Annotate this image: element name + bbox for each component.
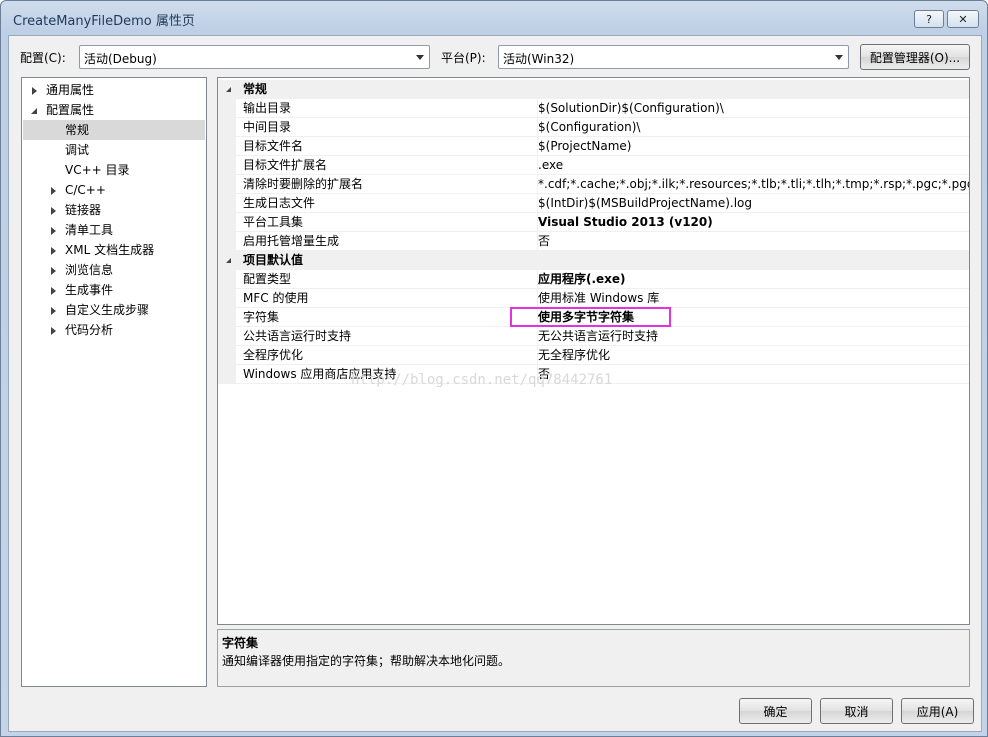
tree-item-build-events[interactable]: 生成事件 bbox=[22, 280, 206, 300]
property-row[interactable]: 配置类型 应用程序(.exe) bbox=[218, 270, 969, 289]
expand-icon[interactable] bbox=[51, 327, 56, 335]
property-row[interactable]: 目标文件扩展名 .exe bbox=[218, 156, 969, 175]
tree-item-code-analysis[interactable]: 代码分析 bbox=[22, 320, 206, 340]
watermark: http://blog.csdn.net/qq78442761 bbox=[351, 372, 613, 388]
ok-button[interactable]: 确定 bbox=[739, 698, 812, 724]
property-row[interactable]: 清除时要删除的扩展名 *.cdf;*.cache;*.obj;*.ilk;*.re… bbox=[218, 175, 969, 194]
property-row[interactable]: 平台工具集 Visual Studio 2013 (v120) bbox=[218, 213, 969, 232]
dialog-client: 配置(C): 活动(Debug) 平台(P): 活动(Win32) 配置管理器(… bbox=[8, 35, 982, 732]
property-row[interactable]: 生成日志文件 $(IntDir)$(MSBuildProjectName).log bbox=[218, 194, 969, 213]
property-grid: 常规 输出目录 $(SolutionDir)$(Configuration)\ 中… bbox=[217, 77, 970, 625]
collapse-icon[interactable] bbox=[226, 258, 231, 263]
platform-value: 活动(Win32) bbox=[503, 52, 575, 66]
property-row[interactable]: MFC 的使用 使用标准 Windows 库 bbox=[218, 289, 969, 308]
property-tree: 通用属性 配置属性 常规 调试 VC++ 目录 C/C++ 链接器 清单工具 X… bbox=[21, 77, 207, 687]
highlight-box bbox=[510, 307, 671, 327]
description-title: 字符集 bbox=[222, 636, 259, 650]
expand-icon[interactable] bbox=[32, 87, 37, 95]
expand-icon[interactable] bbox=[51, 247, 56, 255]
chevron-down-icon bbox=[416, 55, 424, 60]
property-row[interactable]: 输出目录 $(SolutionDir)$(Configuration)\ bbox=[218, 99, 969, 118]
property-row[interactable]: 全程序优化 无全程序优化 bbox=[218, 346, 969, 365]
chevron-down-icon bbox=[835, 55, 843, 60]
tree-item-browse[interactable]: 浏览信息 bbox=[22, 260, 206, 280]
config-label: 配置(C): bbox=[20, 51, 66, 65]
window-title: CreateManyFileDemo 属性页 bbox=[13, 14, 195, 29]
property-row[interactable]: 公共语言运行时支持 无公共语言运行时支持 bbox=[218, 327, 969, 346]
platform-label: 平台(P): bbox=[441, 51, 486, 65]
description-panel: 字符集 通知编译器使用指定的字符集；帮助解决本地化问题。 bbox=[217, 629, 970, 687]
description-text: 通知编译器使用指定的字符集；帮助解决本地化问题。 bbox=[222, 654, 511, 668]
property-row[interactable]: 启用托管增量生成否 bbox=[218, 232, 969, 251]
tree-item-custom-build[interactable]: 自定义生成步骤 bbox=[22, 300, 206, 320]
close-button[interactable]: ✕ bbox=[947, 10, 979, 28]
tree-item-cpp[interactable]: C/C++ bbox=[22, 180, 206, 200]
tree-item-vc-dirs[interactable]: VC++ 目录 bbox=[22, 160, 206, 180]
tree-item-general[interactable]: 常规 bbox=[23, 120, 205, 140]
close-icon: ✕ bbox=[958, 12, 968, 26]
category-general[interactable]: 常规 bbox=[218, 80, 969, 99]
properties-window: CreateManyFileDemo 属性页 ? ✕ 配置(C): 活动(Deb… bbox=[0, 0, 988, 737]
tree-item-xml-doc[interactable]: XML 文档生成器 bbox=[22, 240, 206, 260]
apply-button[interactable]: 应用(A) bbox=[901, 698, 974, 724]
property-row[interactable]: 中间目录 $(Configuration)\ bbox=[218, 118, 969, 137]
config-manager-button[interactable]: 配置管理器(O)... bbox=[860, 44, 970, 70]
config-value: 活动(Debug) bbox=[84, 52, 157, 66]
expand-icon[interactable] bbox=[51, 207, 56, 215]
expand-icon[interactable] bbox=[51, 187, 56, 195]
expand-icon[interactable] bbox=[51, 227, 56, 235]
config-dropdown[interactable]: 活动(Debug) bbox=[79, 45, 430, 69]
tree-item-debugging[interactable]: 调试 bbox=[22, 140, 206, 160]
help-button[interactable]: ? bbox=[914, 10, 944, 28]
cancel-button[interactable]: 取消 bbox=[820, 698, 893, 724]
tree-item-common[interactable]: 通用属性 bbox=[22, 80, 206, 100]
tree-item-linker[interactable]: 链接器 bbox=[22, 200, 206, 220]
category-project-defaults[interactable]: 项目默认值 bbox=[218, 251, 969, 270]
tree-item-manifest[interactable]: 清单工具 bbox=[22, 220, 206, 240]
expand-icon[interactable] bbox=[51, 267, 56, 275]
collapse-icon[interactable] bbox=[31, 108, 37, 114]
collapse-icon[interactable] bbox=[226, 87, 231, 92]
expand-icon[interactable] bbox=[51, 287, 56, 295]
platform-dropdown[interactable]: 活动(Win32) bbox=[498, 45, 849, 69]
tree-item-config-props[interactable]: 配置属性 bbox=[22, 100, 206, 120]
property-row[interactable]: 目标文件名 $(ProjectName) bbox=[218, 137, 969, 156]
expand-icon[interactable] bbox=[51, 307, 56, 315]
